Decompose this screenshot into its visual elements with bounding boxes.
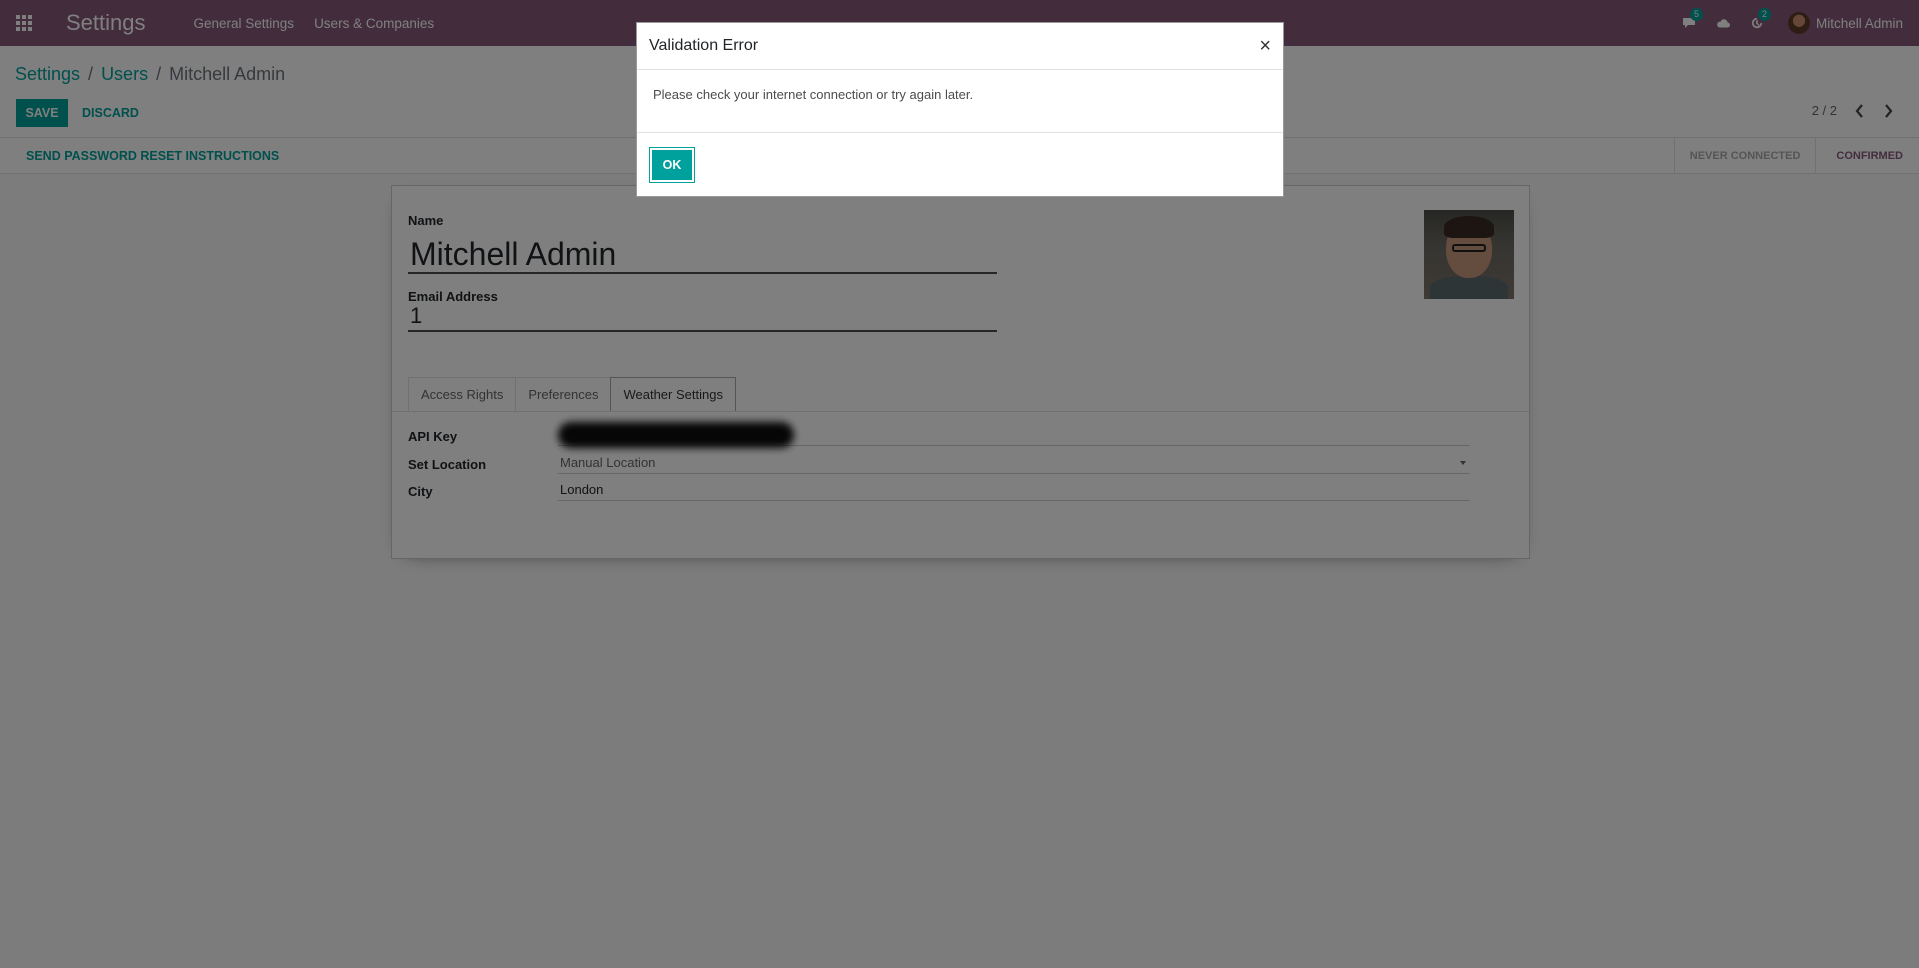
dialog-footer: OK bbox=[637, 133, 1283, 197]
validation-error-dialog: Validation Error × Please check your int… bbox=[636, 22, 1284, 197]
dialog-message: Please check your internet connection or… bbox=[653, 87, 974, 102]
dialog-header: Validation Error × bbox=[637, 23, 1283, 70]
ok-button[interactable]: OK bbox=[652, 150, 692, 180]
close-icon[interactable]: × bbox=[1259, 36, 1271, 56]
dialog-body: Please check your internet connection or… bbox=[637, 70, 1283, 133]
dialog-title: Validation Error bbox=[649, 37, 759, 54]
